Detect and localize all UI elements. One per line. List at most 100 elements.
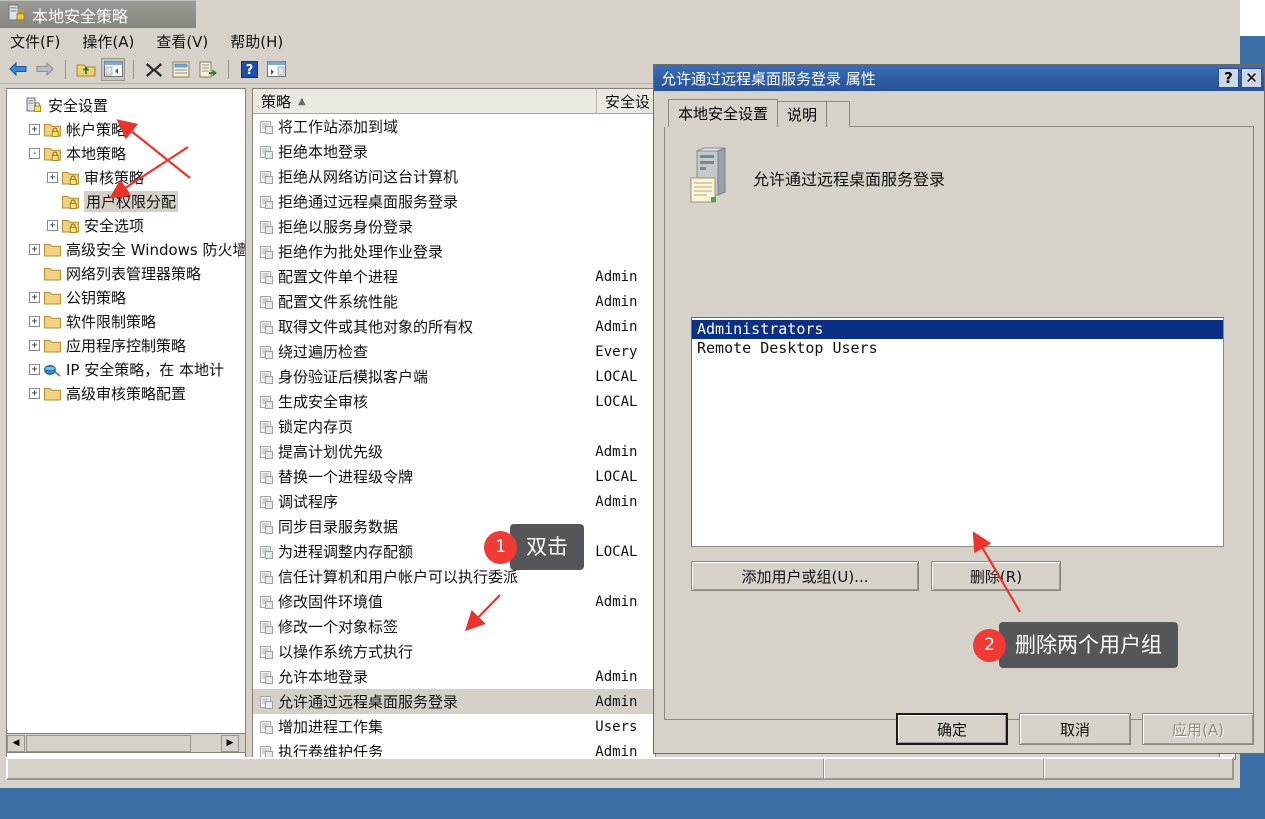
- tree-expander-placeholder: [29, 268, 40, 279]
- table-row[interactable]: 绕过遍历检查 Every: [253, 339, 655, 364]
- scrollbar-thumb[interactable]: [26, 734, 191, 752]
- table-row[interactable]: 修改固件环境值 Admin: [253, 589, 655, 614]
- tree-item-5[interactable]: + 安全选项: [11, 213, 245, 237]
- table-row[interactable]: 配置文件单个进程 Admin: [253, 264, 655, 289]
- table-row[interactable]: 将工作站添加到域: [253, 114, 655, 139]
- table-row[interactable]: 拒绝以服务身份登录: [253, 214, 655, 239]
- table-row[interactable]: 拒绝从网络访问这台计算机: [253, 164, 655, 189]
- callout-2: 2 删除两个用户组: [973, 622, 1178, 668]
- table-row[interactable]: 允许本地登录 Admin: [253, 664, 655, 689]
- callout-text: 双击: [501, 524, 584, 570]
- expand-icon[interactable]: +: [29, 291, 40, 303]
- delete-icon[interactable]: [142, 58, 166, 81]
- collapse-icon[interactable]: -: [29, 147, 40, 159]
- tab-local-security-setting[interactable]: 本地安全设置: [668, 99, 779, 127]
- folder-icon: [44, 314, 61, 329]
- list-item[interactable]: Remote Desktop Users: [692, 339, 1223, 358]
- policy-icon: [260, 320, 273, 334]
- menu-view[interactable]: 查看(V): [156, 31, 208, 52]
- up-folder-icon[interactable]: [74, 58, 98, 81]
- tree-item-10[interactable]: + 应用程序控制策略: [11, 333, 245, 357]
- members-listbox[interactable]: Administrators Remote Desktop Users: [691, 317, 1224, 547]
- tree-item-8[interactable]: + 公钥策略: [11, 285, 245, 309]
- add-user-or-group-button[interactable]: 添加用户或组(U)...: [691, 561, 919, 591]
- forward-icon[interactable]: [33, 58, 57, 81]
- export-list-icon[interactable]: [196, 58, 220, 81]
- table-row[interactable]: 允许通过远程桌面服务登录 Admin: [253, 689, 655, 714]
- console-tree-panel[interactable]: 安全设置 + 帐户策略 - 本地策略 + 审核策略 用户权限分配 + 安全选项 + 高级安全 Wind…: [6, 88, 246, 760]
- table-row[interactable]: 同步目录服务数据: [253, 514, 655, 539]
- policy-name-cell: 拒绝作为批处理作业登录: [253, 241, 595, 262]
- table-row[interactable]: 为进程调整内存配额 LOCAL: [253, 539, 655, 564]
- tree-item-12[interactable]: + 高级审核策略配置: [11, 381, 245, 405]
- table-row[interactable]: 生成安全审核 LOCAL: [253, 389, 655, 414]
- expand-icon[interactable]: +: [29, 315, 40, 327]
- table-row[interactable]: 信任计算机和用户帐户可以执行委派: [253, 564, 655, 589]
- table-row[interactable]: 以操作系统方式执行: [253, 639, 655, 664]
- tree-item-4[interactable]: 用户权限分配: [11, 189, 245, 213]
- table-row[interactable]: 锁定内存页: [253, 414, 655, 439]
- menu-file[interactable]: 文件(F): [10, 31, 60, 52]
- policy-list-panel[interactable]: 策略 ▲ 安全设 将工作站添加到域拒绝本地登录拒绝从网络访问这台计算机 拒绝通过远…: [252, 88, 656, 760]
- expand-icon[interactable]: +: [47, 171, 58, 183]
- list-item[interactable]: Administrators: [692, 320, 1223, 339]
- table-row[interactable]: 拒绝本地登录: [253, 139, 655, 164]
- table-row[interactable]: 身份验证后模拟客户端 LOCAL: [253, 364, 655, 389]
- tree-item-9[interactable]: + 软件限制策略: [11, 309, 245, 333]
- cancel-button[interactable]: 取消: [1019, 713, 1131, 745]
- scroll-right-arrow-icon[interactable]: ▶: [221, 734, 239, 752]
- column-header-security-setting[interactable]: 安全设: [597, 89, 655, 114]
- table-row[interactable]: 取得文件或其他对象的所有权 Admin: [253, 314, 655, 339]
- help-icon[interactable]: ?: [237, 58, 261, 81]
- tree-item-label: 高级审核策略配置: [66, 384, 187, 403]
- properties-icon[interactable]: [169, 58, 193, 81]
- tree-horizontal-scrollbar[interactable]: ◀ ▶: [6, 733, 246, 753]
- policy-name-label: 以操作系统方式执行: [278, 643, 414, 661]
- policy-name-label: 拒绝本地登录: [278, 143, 369, 161]
- remove-button[interactable]: 删除(R): [931, 561, 1061, 591]
- expand-icon[interactable]: +: [29, 123, 40, 135]
- policy-icon: [260, 295, 273, 309]
- expand-icon[interactable]: +: [29, 243, 40, 255]
- expand-icon[interactable]: +: [47, 219, 58, 231]
- expand-icon[interactable]: +: [29, 339, 40, 351]
- expand-icon[interactable]: +: [29, 363, 40, 375]
- scroll-left-arrow-icon[interactable]: ◀: [7, 734, 25, 752]
- menu-help[interactable]: 帮助(H): [230, 31, 283, 52]
- tab-explain[interactable]: 说明: [777, 101, 828, 127]
- policy-folder-icon: [44, 146, 61, 161]
- show-action-pane-icon[interactable]: [264, 58, 288, 81]
- ok-button[interactable]: 确定: [896, 713, 1008, 745]
- column-header-policy[interactable]: 策略 ▲: [253, 89, 597, 114]
- folder-icon: [44, 266, 61, 281]
- table-row[interactable]: 替换一个进程级令牌 LOCAL: [253, 464, 655, 489]
- folder-icon: [44, 338, 61, 353]
- close-icon[interactable]: ✕: [1241, 68, 1262, 88]
- expand-icon[interactable]: +: [29, 387, 40, 399]
- mmc-titlebar: 本地安全策略: [0, 0, 196, 28]
- tree-item-6[interactable]: + 高级安全 Windows 防火墙: [11, 237, 245, 261]
- security-setting-cell: Admin: [595, 443, 638, 460]
- security-setting-cell: Users: [595, 718, 638, 735]
- table-row[interactable]: 拒绝作为批处理作业登录: [253, 239, 655, 264]
- help-button[interactable]: ?: [1218, 68, 1239, 88]
- table-row[interactable]: 提高计划优先级 Admin: [253, 439, 655, 464]
- tree-item-11[interactable]: + IP 安全策略，在 本地计: [11, 357, 245, 381]
- menu-action[interactable]: 操作(A): [82, 31, 134, 52]
- tree-item-7[interactable]: 网络列表管理器策略: [11, 261, 245, 285]
- table-row[interactable]: 调试程序 Admin: [253, 489, 655, 514]
- tree-item-1[interactable]: + 帐户策略: [11, 117, 245, 141]
- tree-item-0[interactable]: 安全设置: [11, 93, 245, 117]
- security-setting-cell: Admin: [595, 668, 638, 685]
- policy-name-label: 调试程序: [278, 493, 339, 511]
- tree-item-2[interactable]: - 本地策略: [11, 141, 245, 165]
- table-row[interactable]: 修改一个对象标签: [253, 614, 655, 639]
- table-row[interactable]: 拒绝通过远程桌面服务登录: [253, 189, 655, 214]
- tree-item-3[interactable]: + 审核策略: [11, 165, 245, 189]
- dialog-titlebar[interactable]: 允许通过远程桌面服务登录 属性 ? ✕: [654, 65, 1264, 91]
- show-hide-tree-icon[interactable]: [101, 57, 125, 81]
- table-row[interactable]: 配置文件系统性能 Admin: [253, 289, 655, 314]
- policy-icon: [260, 120, 273, 134]
- table-row[interactable]: 增加进程工作集 Users: [253, 714, 655, 739]
- back-icon[interactable]: [6, 58, 30, 81]
